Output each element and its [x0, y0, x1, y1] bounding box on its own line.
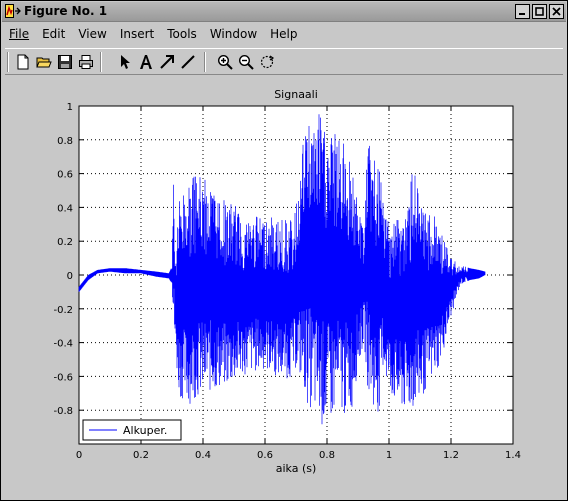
legend[interactable]: Alkuper. [82, 419, 182, 441]
minimize-button[interactable] [515, 4, 530, 19]
print-button[interactable] [76, 52, 95, 71]
figure-toolbar [5, 48, 563, 75]
y-tick-label: -0.2 [53, 305, 73, 316]
title-bar[interactable]: Figure No. 1 [2, 2, 566, 22]
x-axis-label: aika (s) [276, 462, 317, 475]
select-arrow-icon [120, 54, 130, 69]
figure-window: Figure No. 1 File Edit View Insert Tools… [0, 0, 568, 501]
maximize-icon [535, 7, 544, 16]
menu-tools-label: Tools [167, 27, 197, 41]
y-tick-label: 0.8 [57, 136, 73, 147]
menu-file-label: File [9, 27, 30, 41]
window-title: Figure No. 1 [24, 4, 108, 18]
insert-line-button[interactable] [178, 52, 197, 71]
minimize-icon [519, 13, 525, 15]
y-tick-label: 1 [67, 102, 73, 113]
legend-label: Alkuper. [123, 424, 167, 437]
menu-help-label: Help [270, 27, 298, 41]
open-file-button[interactable] [34, 52, 53, 71]
menu-insert-label: Insert [119, 27, 155, 41]
y-tick-label: 0.4 [57, 203, 73, 214]
matlab-window-icon[interactable] [5, 4, 21, 19]
y-tick-label: 0.2 [57, 237, 73, 248]
menu-insert[interactable]: Insert [114, 27, 160, 41]
maximize-button[interactable] [532, 4, 547, 19]
menu-tools[interactable]: Tools [161, 27, 203, 41]
figure-canvas: 0 0.2 0.4 0.6 0.8 1 1.2 1.4 -0.8 -0.6 -0.4 -0.2 0 0.2… [5, 75, 563, 495]
zoom-out-icon [238, 54, 254, 70]
x-tick-label: 0.2 [133, 450, 149, 461]
zoom-in-button[interactable] [215, 52, 234, 71]
insert-text-button[interactable] [136, 52, 155, 71]
menu-window[interactable]: Window [204, 27, 263, 41]
print-icon [78, 54, 93, 69]
x-tick-label: 0.4 [195, 450, 211, 461]
plot-svg: 0 0.2 0.4 0.6 0.8 1 1.2 1.4 -0.8 -0.6 -0.4 -0.2 0 0.2… [53, 88, 521, 475]
y-tick-label: -0.8 [53, 406, 73, 417]
menu-window-label: Window [209, 27, 258, 41]
menu-edit[interactable]: Edit [36, 27, 71, 41]
toolbar-separator [7, 52, 9, 72]
menu-view-label: View [78, 27, 107, 41]
x-tick-label: 1.2 [443, 450, 459, 461]
y-tick-label: 0 [67, 271, 73, 282]
x-tick-label: 1.4 [505, 450, 521, 461]
y-tick-label: 0.6 [57, 170, 73, 181]
zoom-out-button[interactable] [236, 52, 255, 71]
insert-arrow-button[interactable] [157, 52, 176, 71]
x-tick-label: 0 [76, 450, 82, 461]
chart-title: Signaali [274, 88, 318, 101]
arrow-tool-icon [159, 54, 174, 69]
x-tick-label: 1 [386, 450, 392, 461]
close-button[interactable] [549, 4, 564, 19]
save-button[interactable] [55, 52, 74, 71]
close-icon [552, 7, 561, 16]
menu-file[interactable]: File [3, 27, 35, 41]
menu-view[interactable]: View [72, 27, 112, 41]
new-file-icon [17, 54, 28, 69]
rotate-3d-button[interactable] [257, 52, 276, 71]
y-tick-label: -0.4 [53, 339, 73, 350]
x-tick-label: 0.8 [319, 450, 335, 461]
open-folder-icon [35, 57, 52, 67]
menu-help[interactable]: Help [264, 27, 303, 41]
select-tool-button[interactable] [115, 52, 134, 71]
save-icon [57, 54, 72, 69]
zoom-in-icon [217, 54, 233, 70]
menu-edit-label: Edit [42, 27, 66, 41]
line-tool-icon [180, 54, 195, 69]
rotate-icon [260, 55, 274, 68]
toolbar-separator [204, 52, 206, 72]
toolbar-separator [100, 52, 102, 72]
new-figure-button[interactable] [13, 52, 32, 71]
y-tick-label: -0.6 [53, 372, 73, 383]
text-tool-icon [139, 54, 152, 69]
menu-bar: File Edit View Insert Tools Window Help [3, 23, 565, 45]
x-tick-label: 0.6 [257, 450, 273, 461]
